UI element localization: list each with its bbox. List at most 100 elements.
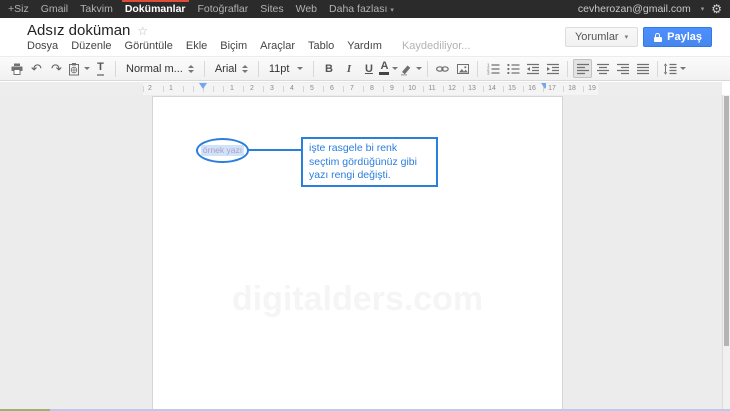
caret-down-icon (680, 67, 686, 70)
scrollbar-thumb[interactable] (724, 96, 729, 346)
caret-down-icon[interactable]: ▾ (701, 5, 705, 13)
paint-format-icon: T (97, 61, 104, 76)
caret-down-icon: ▾ (625, 33, 629, 41)
title-row: Adsız doküman ☆ (27, 22, 148, 39)
menu-d-zenle[interactable]: Düzenle (71, 40, 111, 52)
ruler-number: 3 (266, 83, 278, 95)
caret-down-icon: ▾ (390, 7, 394, 14)
topbar-item-takvim[interactable]: Takvim (80, 0, 113, 18)
menu-yard-m[interactable]: Yardım (347, 40, 382, 52)
numbered-list-button[interactable]: 1 2 3 (483, 59, 502, 78)
share-button-label: Paylaş (667, 31, 702, 43)
insert-image-button[interactable] (453, 59, 472, 78)
menu-tablo[interactable]: Tablo (308, 40, 334, 52)
document-viewport: digitalders.com örnek yazı işte rasgele … (0, 95, 730, 411)
star-icon[interactable]: ☆ (137, 24, 148, 38)
topbar-item-daha-fazlas-[interactable]: Daha fazlası▾ (329, 0, 394, 18)
left-indent-marker[interactable] (199, 83, 207, 89)
line-spacing-icon (663, 62, 677, 76)
topbar-item-web[interactable]: Web (296, 0, 317, 18)
comments-button[interactable]: Yorumlar ▾ (565, 27, 638, 47)
ruler-number: 5 (306, 83, 318, 95)
print-button[interactable] (7, 59, 26, 78)
ruler-number: 2 (246, 83, 258, 95)
align-right-icon (616, 62, 630, 76)
bulleted-list-button[interactable] (503, 59, 522, 78)
decrease-indent-button[interactable] (523, 59, 542, 78)
google-docs-window: +Siz Gmail Takvim Dokümanlar Fotoğraflar Site… (0, 0, 730, 411)
ruler-number: 17 (546, 83, 558, 95)
align-center-button[interactable] (593, 59, 612, 78)
gear-icon[interactable]: ⚙ (711, 0, 722, 18)
menu-ara-lar[interactable]: Araçlar (260, 40, 295, 52)
share-button[interactable]: Paylaş (643, 27, 712, 47)
topbar-item-gmail[interactable]: Gmail (41, 0, 68, 18)
toolbar-separator (258, 61, 259, 77)
topbar-item-foto-raflar[interactable]: Fotoğraflar (198, 0, 249, 18)
undo-button[interactable]: ↶ (27, 59, 46, 78)
link-icon (435, 62, 450, 76)
header-buttons: Yorumlar ▾ Paylaş (565, 27, 712, 47)
outdent-icon (526, 62, 540, 76)
toolbar-separator (477, 61, 478, 77)
caret-down-icon (392, 67, 398, 70)
topbar-item-+siz[interactable]: +Siz (8, 0, 29, 18)
font-select[interactable]: Arial (210, 59, 253, 78)
menu-g-r-nt-le[interactable]: Görüntüle (125, 40, 173, 52)
watermark: digitalders.com (232, 280, 483, 319)
justify-icon (636, 62, 650, 76)
printer-icon (10, 62, 24, 76)
google-bar: +Siz Gmail Takvim Dokümanlar Fotoğraflar Site… (0, 0, 730, 18)
topbar-item-dok-manlar[interactable]: Dokümanlar (125, 0, 186, 18)
menu-dosya[interactable]: Dosya (27, 40, 58, 52)
ruler-number: 6 (326, 83, 338, 95)
align-left-button[interactable] (573, 59, 592, 78)
insert-link-button[interactable] (433, 59, 452, 78)
increase-indent-button[interactable] (543, 59, 562, 78)
align-left-icon (576, 62, 590, 76)
svg-text:3: 3 (487, 70, 490, 75)
menu-ekle[interactable]: Ekle (186, 40, 207, 52)
ruler-number: 13 (466, 83, 478, 95)
select-arrows-icon (242, 65, 248, 73)
image-icon (456, 62, 470, 76)
italic-button[interactable]: I (339, 59, 358, 78)
toolbar-separator (313, 61, 314, 77)
ruler[interactable]: 2112345678910111213141516171819 (143, 83, 597, 95)
save-status: Kaydediliyor... (402, 40, 470, 52)
document-title[interactable]: Adsız doküman (27, 22, 130, 39)
paint-format-button[interactable]: T (91, 59, 110, 78)
lock-icon (653, 33, 662, 42)
toolbar-separator (204, 61, 205, 77)
highlight-color-button[interactable] (399, 59, 422, 78)
justify-button[interactable] (633, 59, 652, 78)
italic-icon: I (347, 63, 351, 75)
caret-down-icon (416, 67, 422, 70)
toolbar-separator (657, 61, 658, 77)
underline-button[interactable]: U (359, 59, 378, 78)
font-size-select[interactable]: 11pt (264, 59, 309, 78)
ruler-number: 19 (586, 83, 598, 95)
toolbar: ↶ ↷ T Normal m... Arial (0, 56, 730, 81)
comments-button-label: Yorumlar (575, 31, 619, 43)
ruler-zone: 2112345678910111213141516171819 (0, 82, 722, 95)
toolbar-separator (427, 61, 428, 77)
ruler-number: 1 (165, 83, 177, 95)
topbar-item-sites[interactable]: Sites (260, 0, 283, 18)
align-right-button[interactable] (613, 59, 632, 78)
styles-select[interactable]: Normal m... (121, 59, 199, 78)
line-spacing-button[interactable] (663, 59, 686, 78)
toolbar-separator (567, 61, 568, 77)
redo-button[interactable]: ↷ (47, 59, 66, 78)
web-clipboard-button[interactable] (67, 59, 90, 78)
ruler-number: 12 (446, 83, 458, 95)
menu-bi-im[interactable]: Biçim (220, 40, 247, 52)
bold-button[interactable]: B (319, 59, 338, 78)
bold-icon: B (325, 63, 333, 75)
clipboard-icon (67, 62, 81, 76)
text-color-button[interactable]: A (379, 59, 398, 78)
account-email[interactable]: cevherozan@gmail.com (578, 3, 691, 15)
vertical-scrollbar[interactable] (722, 95, 730, 411)
ruler-number: 8 (366, 83, 378, 95)
sample-text: örnek yazı (201, 145, 244, 156)
